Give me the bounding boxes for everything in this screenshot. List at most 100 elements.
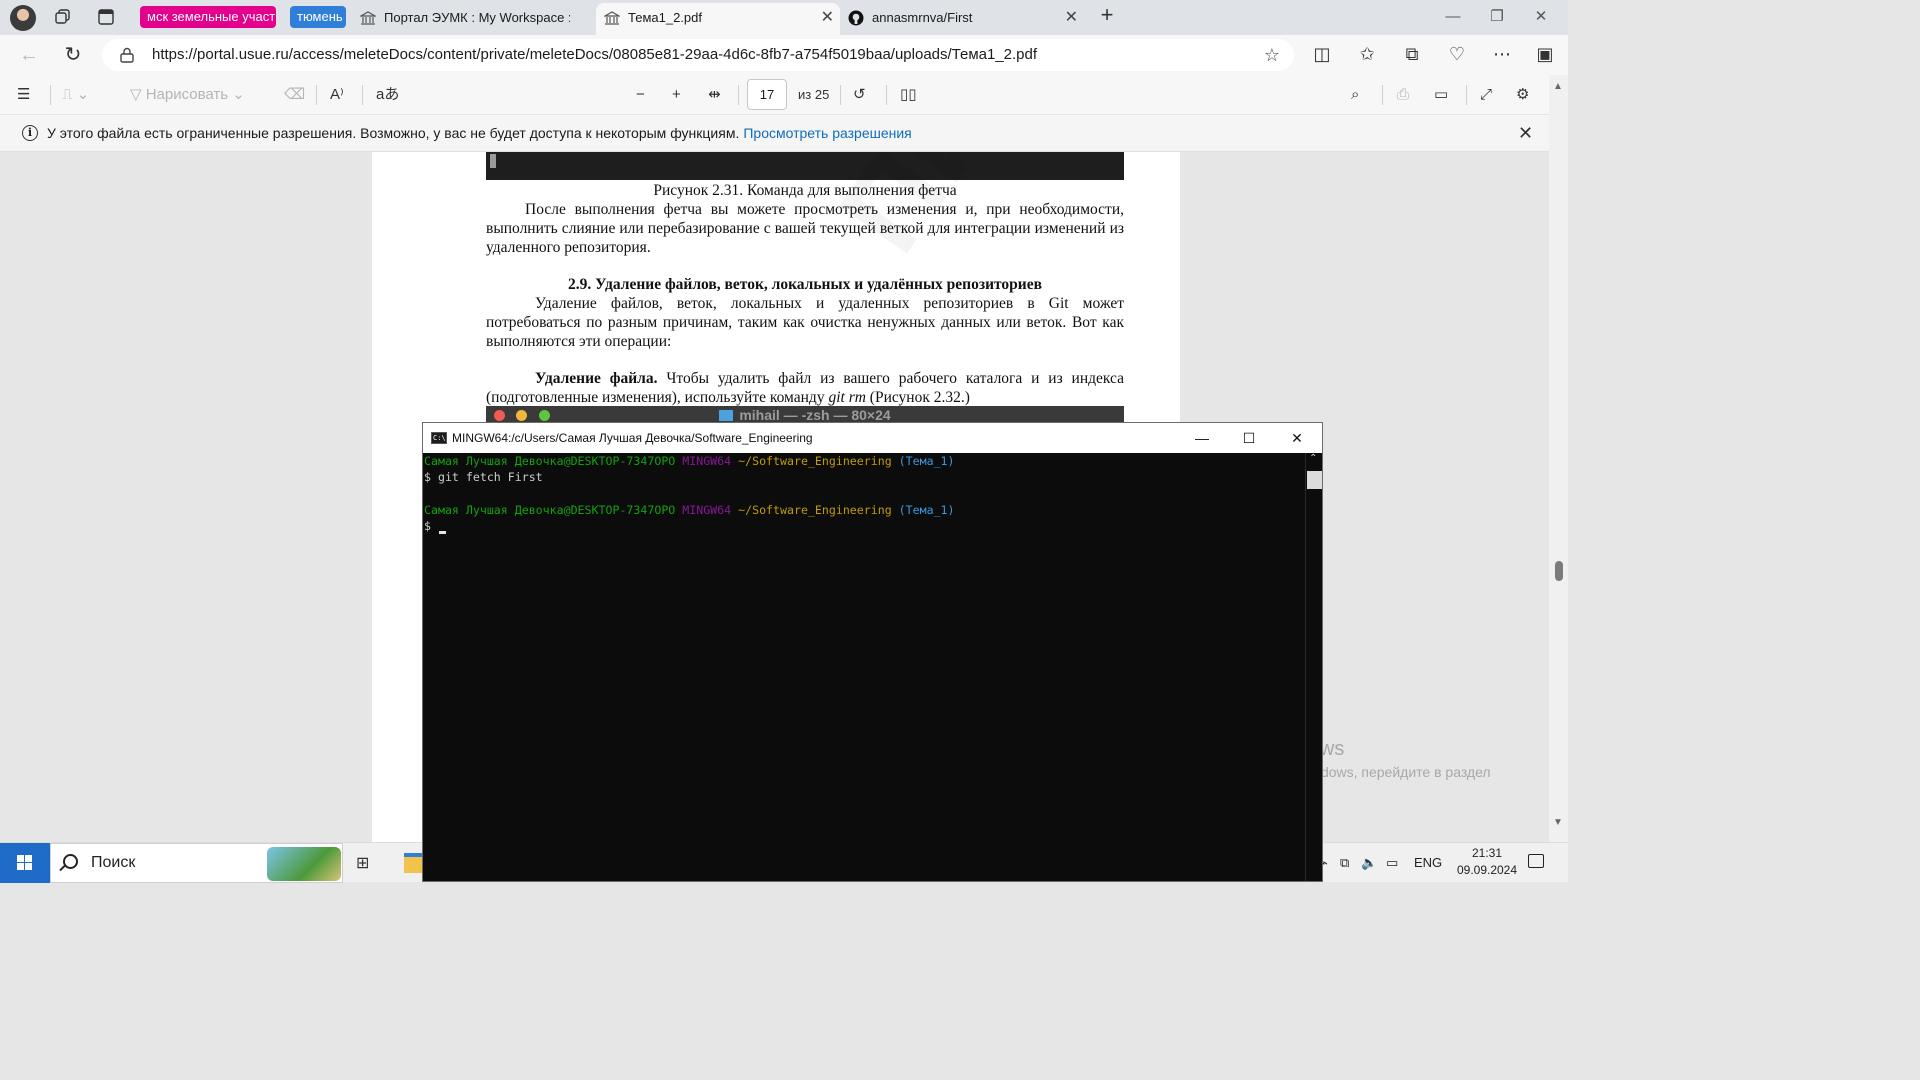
search-icon[interactable]: ⌕ <box>1351 84 1359 106</box>
translate-icon[interactable]: aあ <box>376 84 399 106</box>
save-icon[interactable]: ▭ <box>1434 84 1448 106</box>
favorite-star-icon[interactable]: ☆ <box>1264 45 1280 66</box>
tab-label: Тема1_2.pdf <box>628 10 702 25</box>
browser-tab-strip: мск земельные участ тюмень Портал ЭУМК :… <box>0 0 1568 35</box>
divider <box>840 85 841 105</box>
figure-terminal-bottom <box>486 152 1124 180</box>
address-bar[interactable]: https://portal.usue.ru/access/meleteDocs… <box>102 39 1294 71</box>
task-view-icon[interactable]: ⊞ <box>356 853 378 873</box>
tab-github[interactable]: annasmrnva/First ✕ <box>840 3 1084 35</box>
clock-time: 21:31 <box>1471 846 1503 860</box>
scroll-up-icon[interactable]: ⌃ <box>1309 453 1317 464</box>
draw-label: Нарисовать <box>145 86 229 103</box>
tab-pdf-active[interactable]: Тема1_2.pdf ✕ <box>596 3 840 35</box>
close-tab-icon[interactable]: ✕ <box>1065 3 1078 33</box>
windows-logo-icon <box>25 855 32 862</box>
settings-gear-icon[interactable]: ⚙ <box>1516 84 1529 106</box>
divider <box>1466 85 1467 105</box>
divider <box>50 85 51 105</box>
mac-title-text: mihail — -zsh — 80×24 <box>739 407 891 423</box>
pdf-toolbar: ☰ ⎍ ⌄ ▽ Нарисовать ⌄ ⌫ A⁾ aあ − + ⇹ 17 из… <box>0 75 1549 115</box>
scroll-down-icon[interactable]: ▼ <box>1553 817 1563 828</box>
reload-icon[interactable]: ↻ <box>62 44 84 66</box>
restore-icon[interactable]: ❐ <box>1482 6 1512 28</box>
volume-icon[interactable]: 🔈 <box>1361 855 1377 871</box>
scrollbar-thumb[interactable] <box>1555 561 1563 581</box>
taskbar-search[interactable]: Поиск <box>50 843 343 883</box>
close-window-icon[interactable]: ✕ <box>1526 6 1556 28</box>
contents-list-icon[interactable]: ☰ <box>17 84 30 106</box>
divider <box>316 85 317 105</box>
zoom-in-icon[interactable]: + <box>672 84 681 106</box>
browser-essentials-icon[interactable]: ♡ <box>1446 43 1468 65</box>
terminal-output[interactable]: Самая Лучшая Девочка@DESKTOP-7347OPO MIN… <box>423 453 1305 881</box>
section-title: 2.9. Удаление файлов, веток, локальных и… <box>568 276 1042 293</box>
more-menu-icon[interactable]: ⋯ <box>1491 43 1513 65</box>
read-aloud-icon[interactable]: A⁾ <box>330 84 344 106</box>
search-icon <box>63 854 78 869</box>
notifications-icon[interactable] <box>1528 854 1544 868</box>
print-icon[interactable]: ⎙ <box>1397 84 1409 106</box>
vertical-tabs-icon[interactable] <box>97 8 115 26</box>
folder-icon <box>719 410 734 421</box>
page-view-icon[interactable]: ▯▯ <box>900 84 917 106</box>
page-number-input[interactable]: 17 <box>747 79 787 110</box>
prompt-branch: (Тема_1) <box>898 503 955 517</box>
url-text[interactable]: https://portal.usue.ru/access/meleteDocs… <box>152 39 1037 71</box>
lock-icon[interactable] <box>120 47 134 63</box>
mingw64-terminal-window[interactable]: C:\ MINGW64:/c/Users/Самая Лучшая Девочк… <box>422 422 1323 882</box>
split-screen-icon[interactable]: ◫ <box>1311 43 1333 65</box>
sidebar-toggle-icon[interactable]: ▣ <box>1534 43 1556 65</box>
zoom-out-icon[interactable]: − <box>636 84 645 106</box>
info-bar-text: У этого файла есть ограниченные разрешен… <box>47 115 912 152</box>
scrollbar-thumb[interactable] <box>1307 471 1322 489</box>
paragraph-text: (Рисунок 2.32.) <box>865 389 970 406</box>
tab-group-msk[interactable]: мск земельные участ <box>140 6 276 28</box>
info-icon: i <box>22 125 38 141</box>
terminal-input-line[interactable]: $ <box>424 518 431 534</box>
new-tab-icon[interactable]: + <box>1096 4 1118 27</box>
view-permissions-link[interactable]: Просмотреть разрешения <box>743 125 911 141</box>
terminal-titlebar[interactable]: C:\ MINGW64:/c/Users/Самая Лучшая Девочк… <box>423 423 1322 453</box>
windows-logo-icon <box>25 863 32 870</box>
tab-portal-eumk[interactable]: Портал ЭУМК : My Workspace : Д <box>352 3 596 35</box>
windows-logo-icon <box>17 855 24 862</box>
maximize-icon[interactable]: ☐ <box>1226 423 1272 453</box>
meet-now-icon[interactable]: ⧉ <box>1340 855 1349 871</box>
battery-icon[interactable]: ▭ <box>1386 855 1398 871</box>
draw-button[interactable]: ▽ Нарисовать ⌄ <box>130 84 245 106</box>
language-indicator[interactable]: ENG <box>1414 855 1442 870</box>
prompt-branch: (Тема_1) <box>898 454 955 468</box>
close-tab-icon[interactable]: ✕ <box>821 3 834 33</box>
file-explorer-icon[interactable] <box>404 853 422 873</box>
back-icon[interactable]: ← <box>18 44 40 66</box>
terminal-title: MINGW64:/c/Users/Самая Лучшая Девочка/So… <box>452 431 813 445</box>
github-icon <box>848 10 864 26</box>
scroll-up-icon[interactable]: ▲ <box>1553 81 1563 92</box>
start-button[interactable] <box>0 843 50 883</box>
terminal-app-icon: C:\ <box>431 432 447 444</box>
profile-avatar[interactable] <box>10 5 36 31</box>
fit-width-icon[interactable]: ⇹ <box>708 84 721 106</box>
workspaces-icon[interactable] <box>54 8 72 26</box>
bank-icon <box>604 11 620 25</box>
minimize-icon[interactable]: — <box>1179 423 1225 453</box>
prompt-user: Самая Лучшая Девочка@DESKTOP-7347OPO <box>424 503 676 517</box>
rotate-icon[interactable]: ↺ <box>853 84 866 106</box>
info-message: У этого файла есть ограниченные разрешен… <box>47 125 740 141</box>
expand-icon[interactable]: ⤢ <box>1480 84 1492 106</box>
close-icon[interactable]: ✕ <box>1518 123 1533 144</box>
terminal-scrollbar[interactable]: ⌃ <box>1305 453 1322 881</box>
divider <box>738 85 739 105</box>
favorites-icon[interactable]: ✩ <box>1356 43 1378 65</box>
clock[interactable]: 21:31 09.09.2024 <box>1452 845 1522 879</box>
minimize-icon[interactable]: — <box>1438 6 1468 28</box>
close-icon[interactable]: ✕ <box>1274 423 1320 453</box>
highlight-icon[interactable]: ⎍ ⌄ <box>62 84 89 106</box>
command-name: git rm <box>828 389 866 406</box>
tab-group-tyumen[interactable]: тюмень <box>290 6 346 28</box>
pdf-scrollbar[interactable]: ▲ ▼ <box>1549 75 1568 842</box>
eraser-icon[interactable]: ⌫ <box>284 84 305 106</box>
collections-icon[interactable]: ⧉ <box>1401 43 1423 65</box>
clock-date: 09.09.2024 <box>1456 863 1518 877</box>
